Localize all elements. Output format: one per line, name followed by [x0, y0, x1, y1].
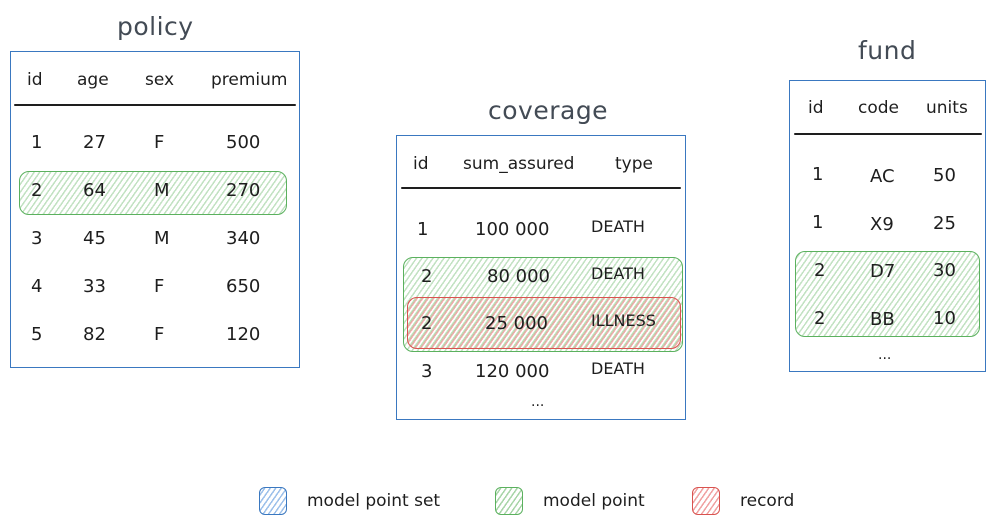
coverage-table: id sum_assured type 1 100 000 DEATH 2 80… [396, 135, 686, 420]
coverage-cell-sum-assured: 100 000 [475, 219, 550, 240]
policy-cell-age: 33 [83, 276, 106, 297]
fund-more-ellipsis: ... [878, 347, 892, 363]
policy-cell-sex: M [154, 228, 170, 249]
policy-header-sex: sex [145, 70, 175, 90]
policy-cell-sex: F [154, 324, 165, 345]
policy-cell-sex: F [154, 132, 165, 153]
fund-header-divider [794, 133, 982, 135]
legend-item-record: record [692, 486, 794, 516]
policy-cell-premium: 650 [226, 276, 261, 297]
policy-cell-age: 45 [83, 228, 106, 249]
policy-table: id age sex premium 1 27 F 500 2 64 M 270… [10, 51, 300, 368]
policy-cell-premium: 340 [226, 228, 261, 249]
fund-table: id code units 1 AC 50 1 X9 25 2 D7 30 2 … [789, 80, 986, 372]
coverage-title: coverage [488, 96, 609, 125]
coverage-cell-sum-assured: 120 000 [475, 361, 550, 382]
policy-cell-age: 27 [83, 132, 106, 153]
fund-cell-code: BB [870, 309, 895, 330]
coverage-cell-id: 1 [417, 219, 429, 240]
policy-header-premium: premium [211, 70, 288, 90]
coverage-cell-sum-assured: 25 000 [485, 313, 548, 334]
policy-cell-sex: M [154, 180, 170, 201]
blue-hatched-square-icon [259, 487, 287, 515]
legend-label: record [740, 491, 795, 511]
policy-cell-id: 4 [31, 276, 43, 297]
coverage-cell-id: 2 [421, 266, 433, 287]
fund-cell-id: 2 [814, 260, 826, 281]
fund-cell-units: 25 [933, 213, 956, 234]
fund-cell-units: 50 [933, 165, 956, 186]
fund-cell-code: D7 [870, 261, 896, 282]
policy-cell-id: 3 [31, 228, 43, 249]
policy-cell-id: 1 [31, 132, 43, 153]
fund-header-id: id [808, 98, 824, 118]
policy-header-age: age [77, 70, 109, 90]
policy-cell-premium: 500 [226, 132, 261, 153]
fund-title: fund [858, 36, 917, 65]
coverage-cell-type: DEATH [591, 264, 645, 283]
green-hatched-square-icon [495, 487, 523, 515]
coverage-cell-type: ILLNESS [591, 311, 656, 330]
policy-header-id: id [27, 70, 43, 90]
policy-header-divider [14, 104, 296, 106]
fund-cell-units: 30 [933, 260, 956, 281]
coverage-cell-id: 3 [421, 361, 433, 382]
coverage-header-type: type [615, 154, 653, 174]
coverage-header-divider [401, 187, 681, 189]
legend-item-model-point-set: model point set [259, 486, 440, 516]
policy-cell-age: 64 [83, 180, 106, 201]
legend-item-model-point: model point [495, 486, 645, 516]
fund-cell-id: 1 [812, 164, 824, 185]
fund-cell-code: X9 [870, 214, 894, 235]
coverage-cell-id: 2 [421, 313, 433, 334]
legend-label: model point [543, 491, 645, 511]
fund-cell-units: 10 [933, 308, 956, 329]
policy-cell-sex: F [154, 276, 165, 297]
fund-header-units: units [926, 98, 968, 118]
coverage-cell-sum-assured: 80 000 [487, 266, 550, 287]
red-hatched-square-icon [692, 487, 720, 515]
policy-cell-premium: 270 [226, 180, 261, 201]
fund-cell-id: 1 [812, 212, 824, 233]
policy-cell-premium: 120 [226, 324, 261, 345]
fund-cell-code: AC [870, 166, 895, 187]
policy-cell-id: 2 [31, 180, 43, 201]
coverage-cell-type: DEATH [591, 217, 645, 236]
coverage-cell-type: DEATH [591, 359, 645, 378]
legend-label: model point set [307, 491, 441, 511]
policy-title: policy [117, 12, 194, 41]
policy-cell-id: 5 [31, 324, 43, 345]
fund-cell-id: 2 [814, 308, 826, 329]
policy-cell-age: 82 [83, 324, 106, 345]
coverage-header-sum-assured: sum_assured [463, 154, 575, 174]
coverage-more-ellipsis: ... [531, 394, 545, 410]
coverage-header-id: id [413, 154, 429, 174]
fund-header-code: code [858, 98, 899, 118]
